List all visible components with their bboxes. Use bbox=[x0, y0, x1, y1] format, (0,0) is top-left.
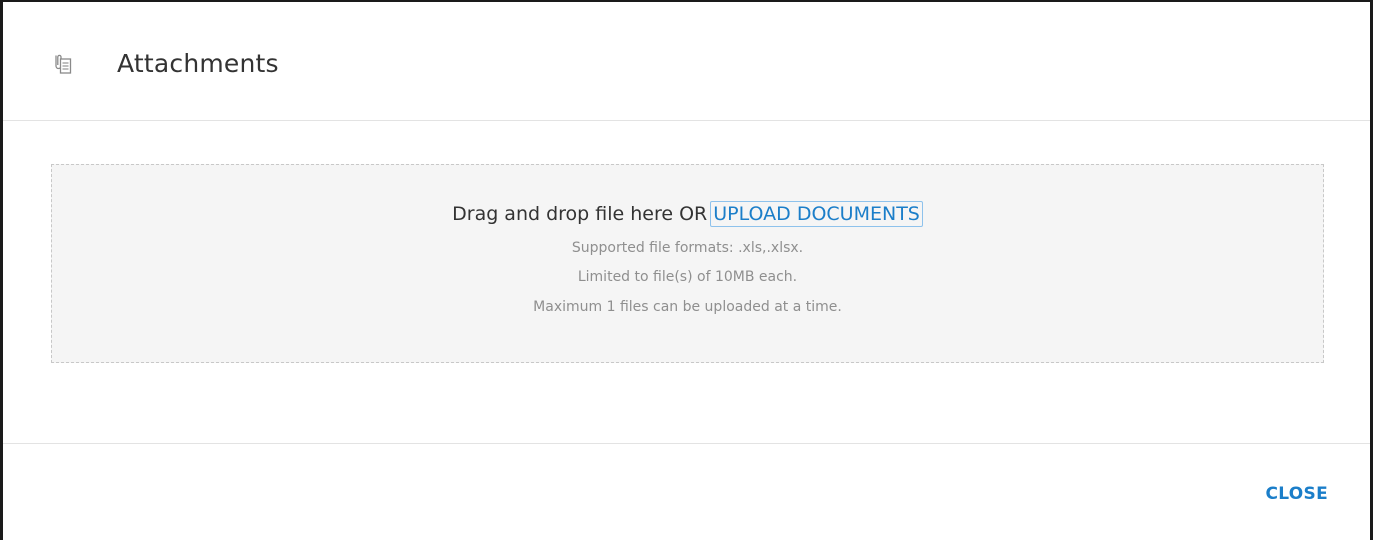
file-size-limit-hint: Limited to file(s) of 10MB each. bbox=[577, 269, 798, 285]
supported-formats-hint: Supported file formats: .xls,.xlsx. bbox=[571, 240, 804, 256]
upload-documents-link[interactable]: UPLOAD DOCUMENTS bbox=[710, 201, 923, 227]
max-files-hint: Maximum 1 files can be uploaded at a tim… bbox=[533, 299, 842, 315]
attachments-dialog: Attachments Drag and drop file here OR U… bbox=[0, 0, 1373, 540]
drop-prompt-line: Drag and drop file here OR UPLOAD DOCUME… bbox=[52, 201, 1323, 227]
close-button[interactable]: CLOSE bbox=[1265, 484, 1328, 504]
dialog-footer: CLOSE bbox=[3, 443, 1370, 542]
attachment-document-icon bbox=[51, 53, 75, 77]
file-dropzone[interactable]: Drag and drop file here OR UPLOAD DOCUME… bbox=[51, 164, 1324, 363]
drop-prompt-text: Drag and drop file here OR bbox=[452, 203, 708, 225]
dialog-header: Attachments bbox=[3, 2, 1370, 121]
dialog-title: Attachments bbox=[117, 49, 279, 78]
